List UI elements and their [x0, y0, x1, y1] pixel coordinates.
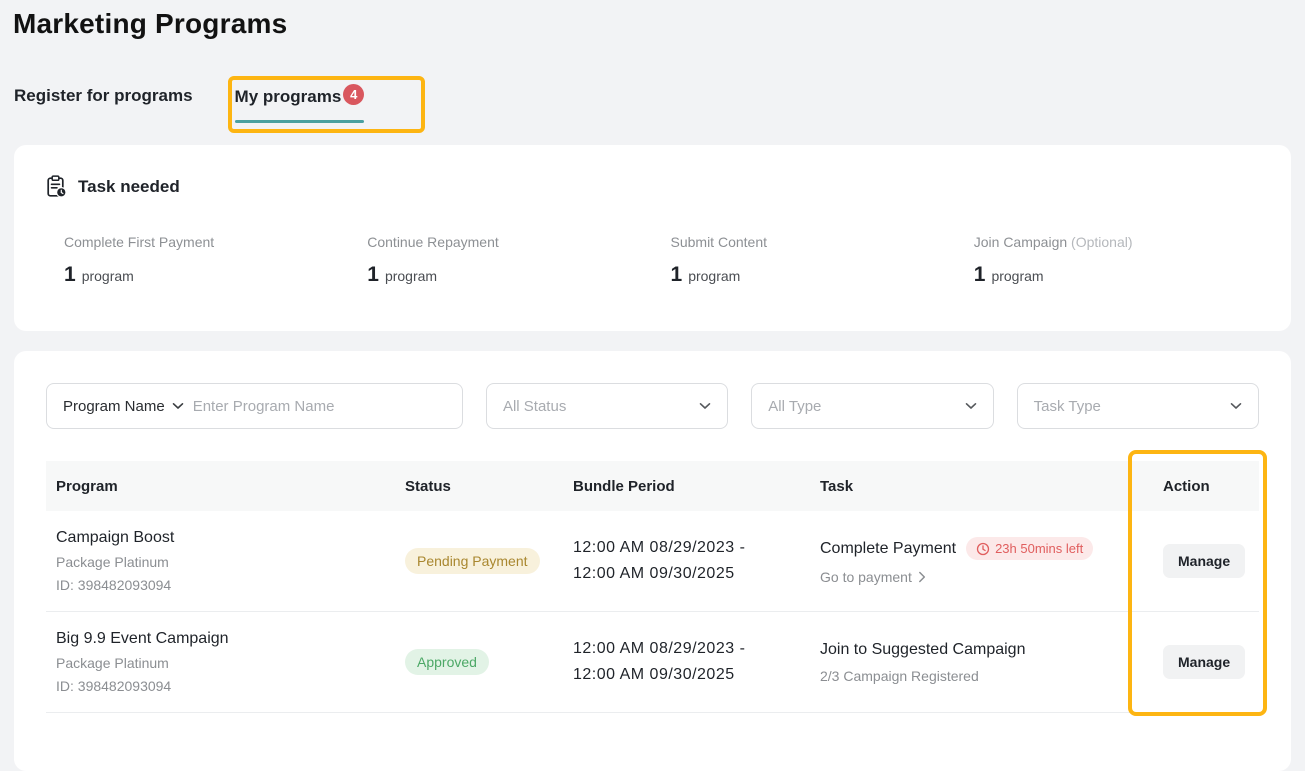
stat-continue-repayment: Continue Repayment 1 program — [349, 234, 652, 287]
program-id: ID: 398482093094 — [56, 577, 395, 593]
countdown-text: 23h 50mins left — [995, 541, 1083, 556]
status-filter-dropdown[interactable]: All Status — [486, 383, 728, 429]
tab-bar: Register for programs My programs 4 — [14, 86, 364, 107]
task-type-filter-dropdown[interactable]: Task Type — [1017, 383, 1259, 429]
go-to-payment-link[interactable]: Go to payment — [820, 569, 926, 585]
stat-submit-content: Submit Content 1 program — [653, 234, 956, 287]
stat-label: Continue Repayment — [367, 234, 499, 250]
period-start: 12:00 AM 08/29/2023 - — [573, 535, 810, 561]
program-id: ID: 398482093094 — [56, 678, 395, 694]
chevron-down-icon — [965, 402, 977, 410]
column-header-status: Status — [395, 478, 563, 495]
chevron-down-icon — [172, 402, 184, 410]
marketing-programs-page: Marketing Programs Register for programs… — [0, 0, 1305, 740]
column-header-action: Action — [1153, 478, 1259, 495]
clock-icon — [976, 542, 990, 556]
stat-value: 1 — [974, 263, 986, 287]
manage-button[interactable]: Manage — [1163, 645, 1245, 679]
period-start: 12:00 AM 08/29/2023 - — [573, 636, 810, 662]
table-row: Campaign Boost Package Platinum ID: 3984… — [46, 511, 1259, 612]
program-name: Campaign Boost — [56, 529, 395, 547]
program-cell: Campaign Boost Package Platinum ID: 3984… — [46, 529, 395, 593]
chevron-down-icon — [1230, 402, 1242, 410]
stat-unit: program — [688, 268, 740, 284]
stat-optional-suffix: (Optional) — [1071, 234, 1132, 250]
type-filter-dropdown[interactable]: All Type — [751, 383, 993, 429]
task-title: Complete Payment — [820, 540, 956, 558]
filter-bar: Program Name All Status All Type — [46, 383, 1259, 429]
column-header-bundle-period: Bundle Period — [563, 478, 810, 495]
action-cell: Manage — [1153, 544, 1259, 578]
bundle-period-cell: 12:00 AM 08/29/2023 - 12:00 AM 09/30/202… — [563, 535, 810, 587]
stat-complete-first-payment: Complete First Payment 1 program — [46, 234, 349, 287]
program-package: Package Platinum — [56, 655, 395, 671]
stat-value: 1 — [64, 263, 76, 287]
stat-label: Submit Content — [671, 234, 768, 250]
chevron-right-icon — [918, 571, 926, 583]
notification-count-badge: 4 — [343, 84, 364, 105]
stat-label: Complete First Payment — [64, 234, 214, 250]
stat-unit: program — [385, 268, 437, 284]
programs-card: Program Name All Status All Type — [14, 351, 1291, 771]
task-type-filter-value: Task Type — [1034, 398, 1101, 415]
type-filter-value: All Type — [768, 398, 821, 415]
stat-unit: program — [991, 268, 1043, 284]
stat-value: 1 — [671, 263, 683, 287]
column-header-task: Task — [810, 478, 1153, 495]
program-name-search[interactable]: Program Name — [46, 383, 463, 429]
clipboard-clock-icon — [46, 175, 67, 198]
status-badge: Approved — [405, 649, 489, 675]
tab-my-label: My programs — [235, 87, 342, 107]
status-badge: Pending Payment — [405, 548, 540, 574]
program-package: Package Platinum — [56, 554, 395, 570]
period-end: 12:00 AM 09/30/2025 — [573, 561, 810, 587]
task-progress-text: 2/3 Campaign Registered — [820, 668, 979, 684]
stat-value: 1 — [367, 263, 379, 287]
manage-button[interactable]: Manage — [1163, 544, 1245, 578]
tab-register-label: Register for programs — [14, 86, 193, 106]
tab-register-for-programs[interactable]: Register for programs — [14, 86, 193, 107]
bundle-period-cell: 12:00 AM 08/29/2023 - 12:00 AM 09/30/202… — [563, 636, 810, 688]
task-needed-card: Task needed Complete First Payment 1 pro… — [14, 145, 1291, 331]
stat-join-campaign: Join Campaign (Optional) 1 program — [956, 234, 1259, 287]
table-row: Big 9.9 Event Campaign Package Platinum … — [46, 612, 1259, 713]
column-header-program: Program — [46, 478, 395, 495]
table-header-row: Program Status Bundle Period Task Action — [46, 461, 1259, 511]
stat-label: Join Campaign — [974, 234, 1067, 250]
task-needed-title: Task needed — [78, 177, 180, 197]
tab-my-programs[interactable]: My programs 4 — [235, 86, 365, 107]
stat-unit: program — [82, 268, 134, 284]
program-cell: Big 9.9 Event Campaign Package Platinum … — [46, 630, 395, 694]
search-field-selector[interactable]: Program Name — [63, 398, 184, 415]
page-title: Marketing Programs — [13, 8, 287, 40]
status-filter-value: All Status — [503, 398, 566, 415]
task-cell: Join to Suggested Campaign 2/3 Campaign … — [810, 641, 1153, 684]
task-stats: Complete First Payment 1 program Continu… — [46, 234, 1259, 287]
program-name-input[interactable] — [193, 398, 448, 415]
action-cell: Manage — [1153, 645, 1259, 679]
countdown-pill: 23h 50mins left — [966, 537, 1093, 560]
active-tab-underline — [235, 120, 365, 123]
go-to-payment-label: Go to payment — [820, 569, 912, 585]
program-name: Big 9.9 Event Campaign — [56, 630, 395, 648]
chevron-down-icon — [699, 402, 711, 410]
status-cell: Approved — [395, 649, 563, 675]
task-title: Join to Suggested Campaign — [820, 641, 1025, 659]
programs-table: Program Status Bundle Period Task Action… — [46, 461, 1259, 713]
period-end: 12:00 AM 09/30/2025 — [573, 662, 810, 688]
task-cell: Complete Payment 23h 50mins left — [810, 537, 1153, 585]
status-cell: Pending Payment — [395, 548, 563, 574]
search-field-label: Program Name — [63, 398, 165, 415]
